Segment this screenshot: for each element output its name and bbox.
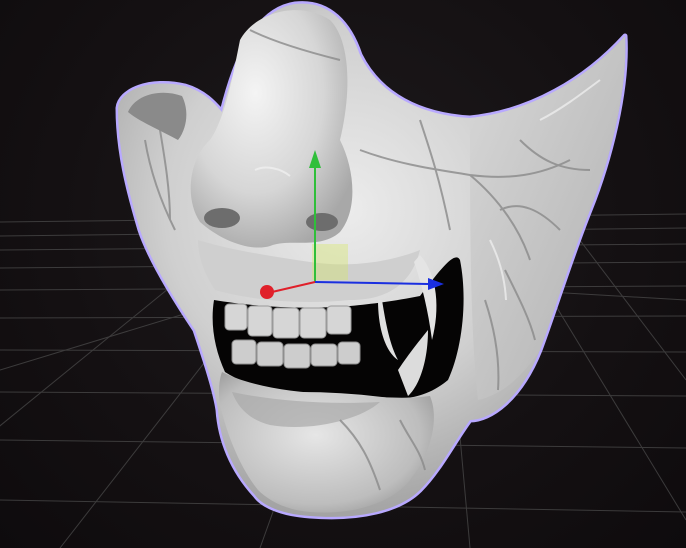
right-nostril: [306, 213, 338, 231]
left-nostril: [204, 208, 240, 228]
3d-viewport[interactable]: [0, 0, 686, 548]
mask-model[interactable]: [115, 1, 628, 520]
gizmo-center-plane[interactable]: [312, 244, 348, 280]
gizmo-x-handle-icon[interactable]: [260, 285, 274, 299]
viewport-canvas[interactable]: [0, 0, 686, 548]
lower-teeth: [231, 339, 361, 369]
